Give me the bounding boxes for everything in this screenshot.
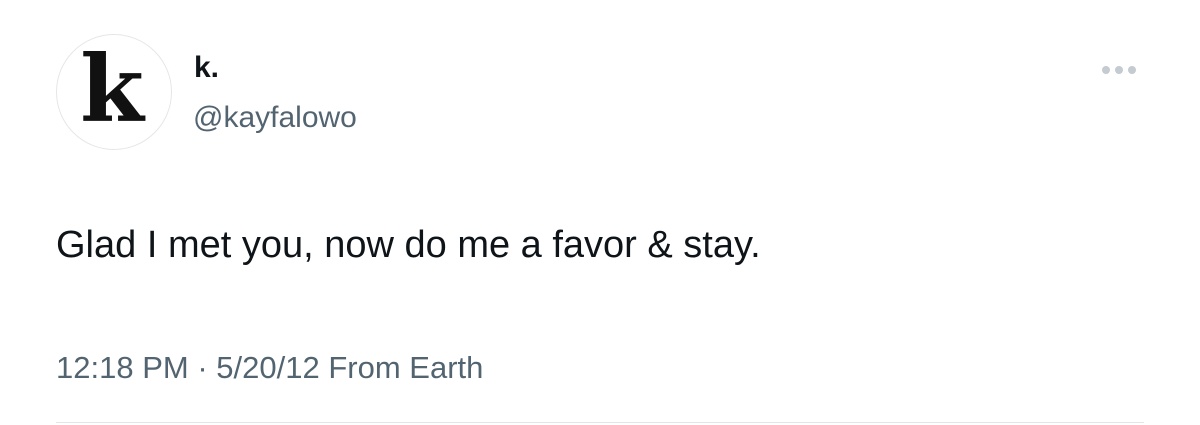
divider [56,422,1144,423]
user-handle[interactable]: @kayfalowo [193,100,357,136]
meta-separator: · [197,350,208,385]
avatar-letter: k [80,35,144,143]
tweet-meta: 12:18 PM · 5/20/12 From Earth [56,349,483,387]
tweet-source: From Earth [328,350,484,385]
tweet-card: k k. @kayfalowo Glad I met you, now do m… [0,0,1200,425]
more-options-button[interactable] [1094,58,1144,82]
display-name[interactable]: k. [194,50,219,86]
avatar[interactable]: k [56,34,172,150]
tweet-date[interactable]: 5/20/12 [216,350,319,385]
tweet-time[interactable]: 12:18 PM [56,350,189,385]
tweet-text: Glad I met you, now do me a favor & stay… [56,224,761,266]
more-horizontal-icon [1102,66,1136,74]
